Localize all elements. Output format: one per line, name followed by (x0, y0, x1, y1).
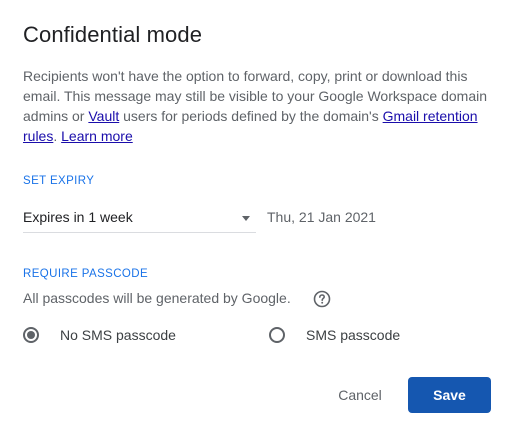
help-circle-icon[interactable] (313, 290, 331, 308)
cancel-button[interactable]: Cancel (327, 377, 393, 413)
description-text-3: . (53, 128, 62, 144)
dropdown-arrow-icon (242, 216, 250, 221)
require-passcode-label: REQUIRE PASSCODE (23, 268, 149, 280)
no-sms-passcode-label: No SMS passcode (60, 327, 176, 343)
set-expiry-label: SET EXPIRY (23, 175, 95, 187)
save-button[interactable]: Save (408, 377, 491, 413)
expiry-dropdown[interactable]: Expires in 1 week (23, 200, 256, 233)
sms-passcode-label: SMS passcode (306, 327, 401, 343)
dialog-description: Recipients won't have the option to forw… (23, 66, 493, 146)
expiry-date: Thu, 21 Jan 2021 (267, 209, 376, 225)
description-text-2: users for periods defined by the domain'… (119, 108, 383, 124)
learn-more-link[interactable]: Learn more (61, 128, 133, 144)
dialog-title: Confidential mode (23, 22, 203, 47)
radio-unchecked-icon (269, 327, 285, 343)
passcode-note: All passcodes will be generated by Googl… (23, 290, 291, 306)
expiry-selected-value: Expires in 1 week (23, 209, 133, 225)
vault-link[interactable]: Vault (88, 108, 119, 124)
radio-checked-icon (23, 327, 39, 343)
confidential-mode-dialog: Confidential mode Recipients won't have … (0, 0, 512, 439)
